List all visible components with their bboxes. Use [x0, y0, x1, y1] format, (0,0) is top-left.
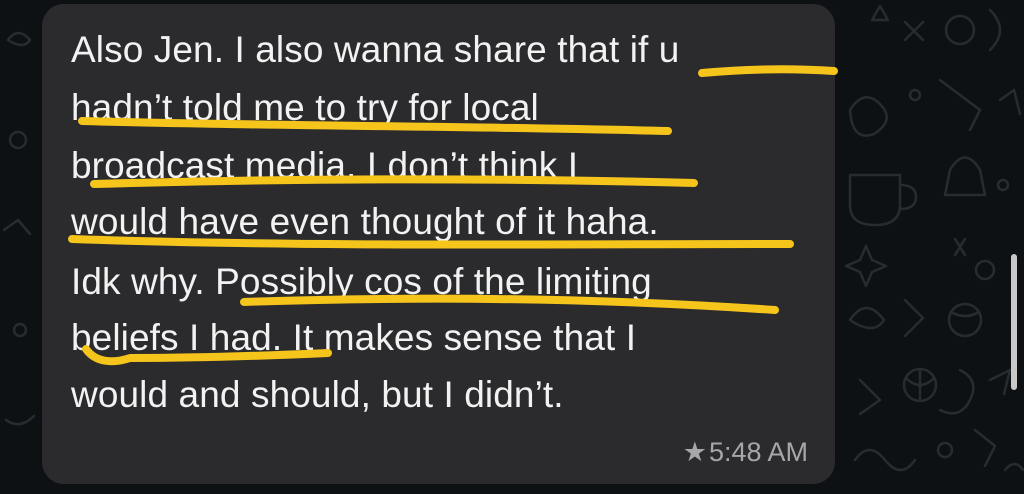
- message-line-2: hadn’t told me to try for local: [71, 87, 539, 128]
- message-meta: ★5:48 AM: [683, 437, 808, 468]
- star-icon: ★: [682, 437, 707, 467]
- message-line-4: would have even thought of it haha.: [71, 201, 659, 242]
- scrollbar-thumb[interactable]: [1011, 254, 1017, 390]
- message-line-3: broadcast media, I don’t think I: [71, 145, 579, 186]
- message-line-7: would and should, but I didn’t.: [71, 374, 564, 415]
- message-line-1: Also Jen. I also wanna share that if u: [71, 29, 680, 70]
- message-line-5: Idk why. Possibly cos of the limiting: [71, 261, 652, 302]
- message-timestamp: 5:48 AM: [708, 437, 808, 467]
- message-line-6: beliefs I had. It makes sense that I: [71, 317, 637, 358]
